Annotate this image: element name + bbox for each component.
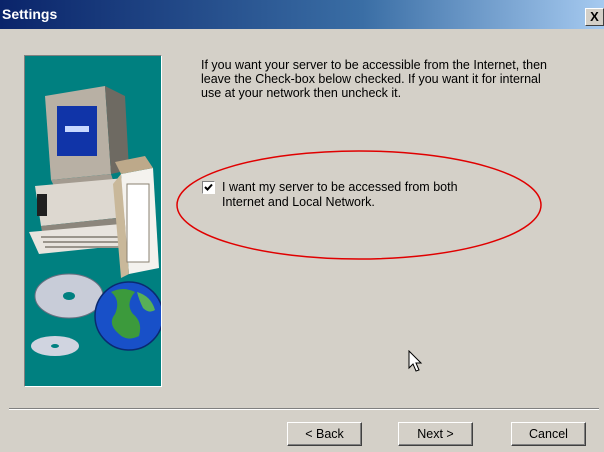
- next-button[interactable]: Next >: [398, 422, 473, 446]
- box-icon: [113, 156, 159, 278]
- globe-icon: [94, 281, 161, 351]
- cancel-button[interactable]: Cancel: [511, 422, 586, 446]
- close-button[interactable]: X: [585, 8, 604, 26]
- instruction-text: If you want your server to be accessible…: [201, 58, 548, 100]
- button-separator: [9, 408, 599, 410]
- mouse-cursor-icon: [408, 350, 423, 372]
- internet-access-label[interactable]: I want my server to be accessed from bot…: [222, 180, 542, 210]
- internet-access-checkbox[interactable]: [202, 181, 215, 194]
- window-title: Settings: [2, 6, 58, 22]
- wizard-illustration: [24, 55, 162, 387]
- title-bar[interactable]: Settings: [0, 0, 604, 29]
- checkmark-icon: [204, 183, 213, 191]
- close-icon: X: [590, 9, 599, 24]
- cd-icon: [31, 273, 104, 356]
- back-button[interactable]: < Back: [287, 422, 362, 446]
